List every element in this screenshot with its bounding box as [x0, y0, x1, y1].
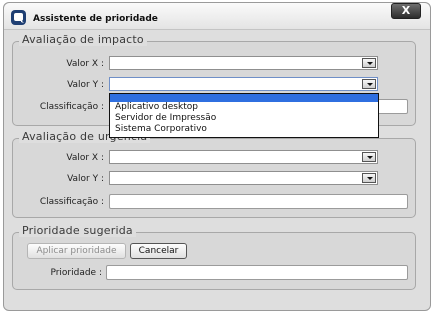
dialog-titlebar[interactable]: Assistente de prioridade	[4, 3, 430, 30]
urgency-classificacao-label: Classificação :	[39, 197, 104, 207]
cancel-button[interactable]: Cancelar	[130, 243, 187, 259]
impact-valor-y-label: Valor Y :	[67, 80, 104, 90]
chevron-down-icon[interactable]	[362, 173, 376, 183]
dialog-title: Assistente de prioridade	[33, 14, 158, 24]
urgency-valor-x-label: Valor X :	[66, 153, 104, 163]
chevron-down-icon[interactable]	[362, 79, 376, 89]
valor-y-dropdown-list: Aplicativo desktop Servidor de Impressão…	[109, 93, 379, 138]
impact-valor-y-select[interactable]	[109, 77, 378, 91]
app-logo-icon	[11, 10, 26, 25]
dropdown-option[interactable]: Sistema Corporativo	[110, 124, 378, 135]
chevron-down-icon[interactable]	[362, 58, 376, 68]
urgency-classificacao-field[interactable]	[109, 194, 408, 209]
urgency-valor-x-select[interactable]	[109, 150, 378, 164]
prioridade-field[interactable]	[106, 265, 408, 280]
impact-legend: Avaliação de impacto	[19, 33, 147, 46]
impact-classificacao-label: Classificação :	[39, 102, 104, 112]
dropdown-option[interactable]: Servidor de Impressão	[110, 113, 378, 124]
apply-priority-button[interactable]: Aplicar prioridade	[27, 243, 126, 259]
chevron-down-icon[interactable]	[362, 152, 376, 162]
impact-valor-x-label: Valor X :	[66, 59, 104, 69]
close-button[interactable]: X	[391, 3, 421, 19]
urgency-valor-y-select[interactable]	[109, 171, 378, 185]
dropdown-highlight[interactable]	[110, 94, 378, 102]
dropdown-option[interactable]: Aplicativo desktop	[110, 102, 378, 113]
suggested-legend: Prioridade sugerida	[19, 224, 136, 237]
urgency-valor-y-label: Valor Y :	[67, 174, 104, 184]
prioridade-label: Prioridade :	[50, 268, 102, 278]
impact-valor-x-select[interactable]	[109, 56, 378, 70]
suggested-priority-panel: Prioridade sugerida	[12, 224, 416, 290]
